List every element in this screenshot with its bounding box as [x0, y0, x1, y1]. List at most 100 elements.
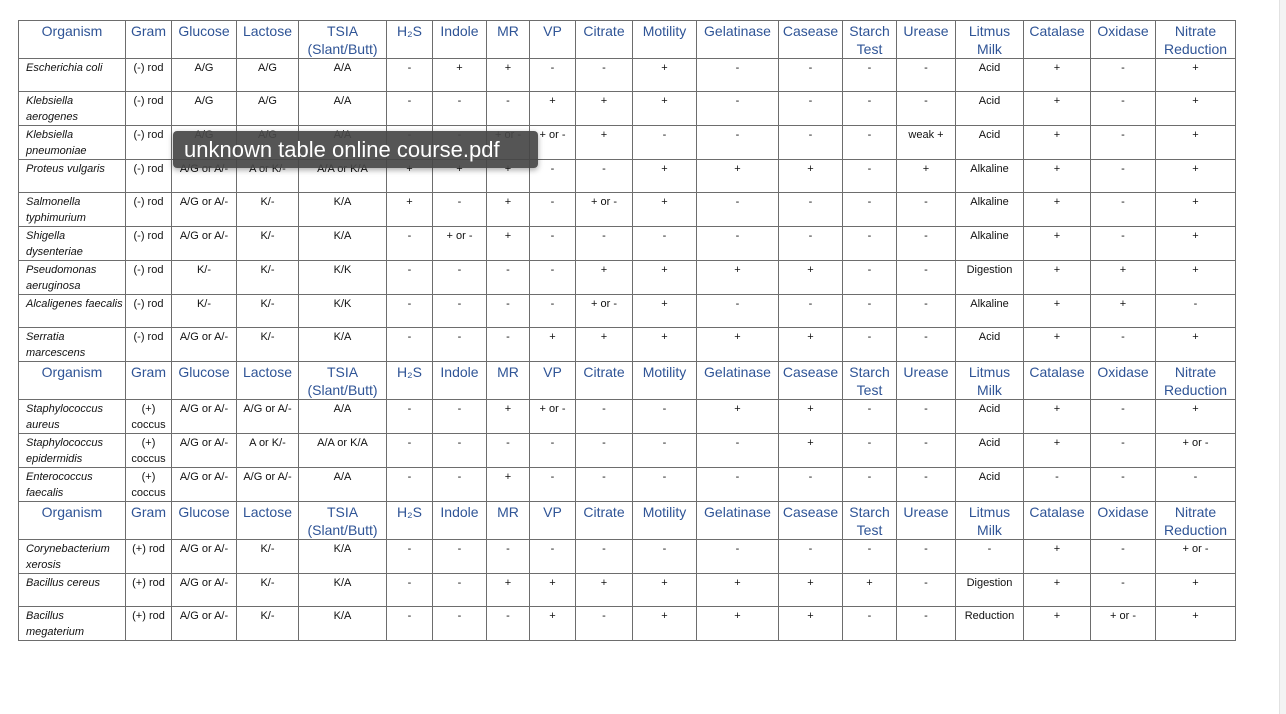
table-row: Salmonella typhimurium (-) rod A/G or A/- K…: [18, 192, 1236, 227]
cell-starch: -: [842, 226, 897, 261]
cell-motility: +: [632, 192, 697, 227]
cell-tsia: A/A or K/A: [298, 433, 387, 468]
cell-h2s: -: [386, 573, 433, 607]
cell-citrate: -: [575, 226, 633, 261]
cell-indole: -: [432, 327, 487, 362]
cell-lactose: K/-: [236, 294, 299, 328]
cell-motility: +: [632, 91, 697, 126]
cell-glucose: A/G or A/-: [171, 399, 237, 434]
column-header-lactose: Lactose: [236, 20, 299, 59]
cell-gelatinase: -: [696, 294, 779, 328]
cell-vp: +: [529, 606, 576, 641]
cell-indole: -: [432, 433, 487, 468]
cell-indole: -: [432, 399, 487, 434]
cell-gelatinase: +: [696, 573, 779, 607]
cell-nitrate: +: [1155, 159, 1236, 193]
cell-urease: -: [896, 294, 956, 328]
cell-casease: +: [778, 159, 843, 193]
cell-vp: -: [529, 539, 576, 574]
column-header-vp: VP: [529, 20, 576, 59]
cell-oxidase: -: [1090, 327, 1156, 362]
cell-lactose: A/G or A/-: [236, 399, 299, 434]
table-row: Serratia marcescens (-) rod A/G or A/- K/- K…: [18, 327, 1236, 362]
cell-starch: -: [842, 327, 897, 362]
cell-glucose: A/G or A/-: [171, 327, 237, 362]
cell-gelatinase: +: [696, 159, 779, 193]
column-header-organism: Organism: [18, 501, 126, 540]
cell-motility: +: [632, 606, 697, 641]
organism-name: Salmonella typhimurium: [18, 192, 126, 227]
scrollbar[interactable]: [1279, 0, 1286, 714]
table-row: Staphylococcus epidermidis (+) coccus A/G …: [18, 433, 1236, 468]
column-header-motility: Motility: [632, 20, 697, 59]
cell-catalase: +: [1023, 606, 1091, 641]
cell-nitrate: +: [1155, 606, 1236, 641]
cell-vp: -: [529, 226, 576, 261]
table-row: Staphylococcus aureus (+) coccus A/G or A/…: [18, 399, 1236, 434]
cell-vp: + or -: [529, 399, 576, 434]
column-header-urease: Urease: [896, 20, 956, 59]
column-header-oxidase: Oxidase: [1090, 501, 1156, 540]
cell-motility: +: [632, 58, 697, 92]
header-row: Organism Gram Glucose Lactose TSIA (Slant/Bu…: [18, 20, 1236, 59]
cell-catalase: +: [1023, 294, 1091, 328]
cell-casease: +: [778, 573, 843, 607]
column-header-catalase: Catalase: [1023, 501, 1091, 540]
organism-name: Bacillus cereus: [18, 573, 126, 607]
column-header-tsia: TSIA (Slant/Butt): [298, 20, 387, 59]
cell-tsia: A/A: [298, 399, 387, 434]
cell-h2s: -: [386, 606, 433, 641]
table-body: Organism Gram Glucose Lactose TSIA (Slant/Bu…: [18, 20, 1236, 641]
cell-motility: +: [632, 260, 697, 295]
table-row: Alcaligenes faecalis (-) rod K/- K/- K/K - - - -…: [18, 294, 1236, 328]
column-header-gelatinase: Gelatinase: [696, 361, 779, 400]
column-header-nitrate: Nitrate Reduction: [1155, 361, 1236, 400]
cell-gram: (-) rod: [125, 125, 172, 160]
cell-mr: -: [486, 327, 530, 362]
table-row: Pseudomonas aeruginosa (-) rod K/- K/- K/K - -…: [18, 260, 1236, 295]
cell-starch: -: [842, 606, 897, 641]
column-header-mr: MR: [486, 361, 530, 400]
cell-urease: -: [896, 399, 956, 434]
cell-oxidase: + or -: [1090, 606, 1156, 641]
column-header-tsia: TSIA (Slant/Butt): [298, 361, 387, 400]
column-header-catalase: Catalase: [1023, 20, 1091, 59]
cell-vp: -: [529, 58, 576, 92]
cell-vp: +: [529, 327, 576, 362]
cell-glucose: K/-: [171, 294, 237, 328]
cell-gelatinase: -: [696, 58, 779, 92]
cell-tsia: K/K: [298, 294, 387, 328]
column-header-motility: Motility: [632, 501, 697, 540]
cell-catalase: +: [1023, 192, 1091, 227]
organism-name: Escherichia coli: [18, 58, 126, 92]
cell-starch: -: [842, 467, 897, 502]
cell-mr: -: [486, 91, 530, 126]
cell-h2s: -: [386, 91, 433, 126]
cell-mr: -: [486, 260, 530, 295]
cell-glucose: A/G or A/-: [171, 573, 237, 607]
organism-name: Shigella dysenteriae: [18, 226, 126, 261]
cell-gelatinase: +: [696, 606, 779, 641]
cell-gram: (-) rod: [125, 159, 172, 193]
column-header-urease: Urease: [896, 501, 956, 540]
cell-urease: -: [896, 433, 956, 468]
cell-tsia: K/A: [298, 192, 387, 227]
table-row: Corynebacterium xerosis (+) rod A/G or A/-…: [18, 539, 1236, 574]
cell-casease: -: [778, 539, 843, 574]
cell-nitrate: +: [1155, 125, 1236, 160]
cell-lactose: A or K/-: [236, 433, 299, 468]
column-header-glucose: Glucose: [171, 361, 237, 400]
cell-urease: weak +: [896, 125, 956, 160]
cell-gelatinase: -: [696, 539, 779, 574]
cell-nitrate: +: [1155, 192, 1236, 227]
column-header-gelatinase: Gelatinase: [696, 501, 779, 540]
cell-urease: -: [896, 606, 956, 641]
cell-h2s: -: [386, 327, 433, 362]
cell-starch: -: [842, 91, 897, 126]
cell-lactose: K/-: [236, 539, 299, 574]
cell-vp: -: [529, 192, 576, 227]
cell-lactose: K/-: [236, 606, 299, 641]
cell-indole: -: [432, 91, 487, 126]
cell-oxidase: -: [1090, 433, 1156, 468]
column-header-indole: Indole: [432, 20, 487, 59]
